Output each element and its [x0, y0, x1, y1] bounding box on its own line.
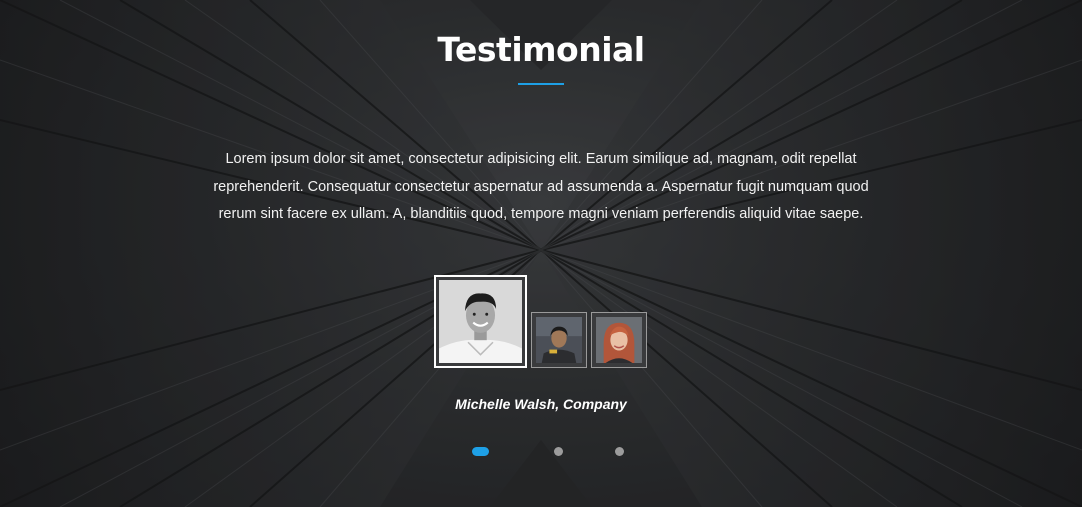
- pagination-dot-1[interactable]: [472, 447, 489, 456]
- testimonial-thumbnail-1[interactable]: [434, 275, 527, 368]
- section-title: Testimonial: [437, 30, 645, 69]
- pagination-dot-2[interactable]: [554, 447, 563, 456]
- pagination-dot-3[interactable]: [615, 447, 624, 456]
- avatar-man-dark-icon: [536, 317, 582, 363]
- testimonial-section: Testimonial Lorem ipsum dolor sit amet, …: [0, 0, 1082, 507]
- avatar-man-smiling-icon: [439, 280, 522, 363]
- testimonial-content: Testimonial Lorem ipsum dolor sit amet, …: [0, 0, 1082, 507]
- testimonial-author: Michelle Walsh, Company: [455, 396, 627, 412]
- avatar-woman-redhead-icon: [596, 317, 642, 363]
- testimonial-thumbnail-2[interactable]: [531, 312, 587, 368]
- title-underline-accent: [518, 83, 564, 85]
- testimonial-thumbnail-3[interactable]: [591, 312, 647, 368]
- testimonial-quote: Lorem ipsum dolor sit amet, consectetur …: [213, 151, 869, 222]
